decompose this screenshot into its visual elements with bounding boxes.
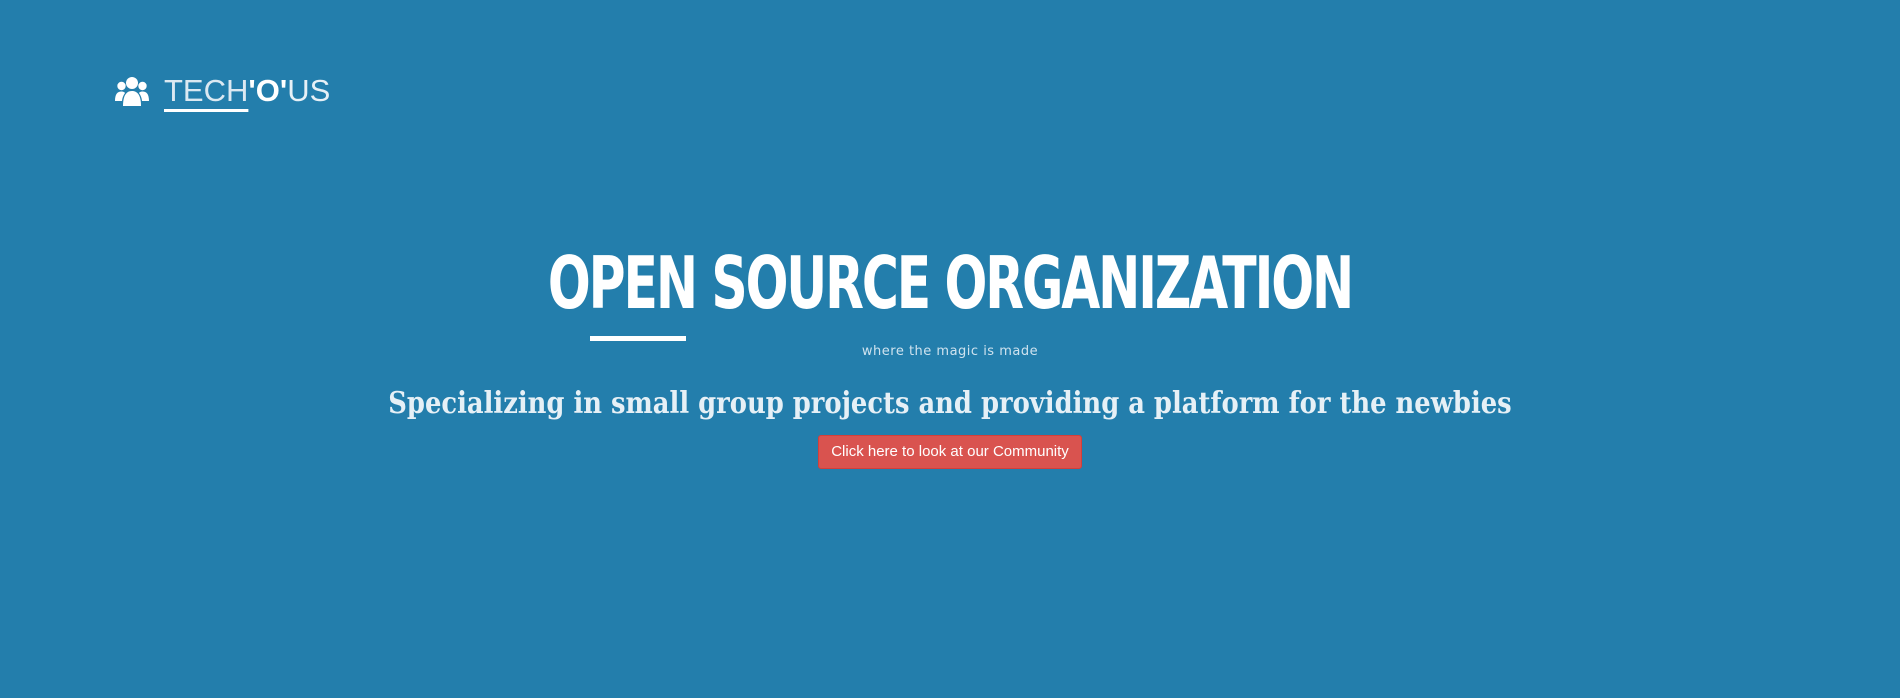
brand-name: TECH'O'US <box>164 72 330 110</box>
community-button[interactable]: Click here to look at our Community <box>818 435 1082 469</box>
hero-title: OPEN SOURCE ORGANIZATION <box>547 241 1354 325</box>
hero-tagline: where the magic is made <box>861 344 1039 359</box>
brand-logo[interactable]: TECH'O'US <box>115 70 330 112</box>
users-icon <box>115 77 149 106</box>
hero-title-underline <box>590 336 686 341</box>
hero-section: TECH'O'US OPEN SOURCE ORGANIZATION where… <box>0 0 1900 698</box>
brand-name-part-3: US <box>287 73 331 108</box>
brand-name-part-1: TECH <box>164 73 249 108</box>
cta-container: Click here to look at our Community <box>0 435 1900 469</box>
brand-name-part-2: 'O' <box>248 73 288 108</box>
hero-subheading: Specializing in small group projects and… <box>388 386 1512 421</box>
